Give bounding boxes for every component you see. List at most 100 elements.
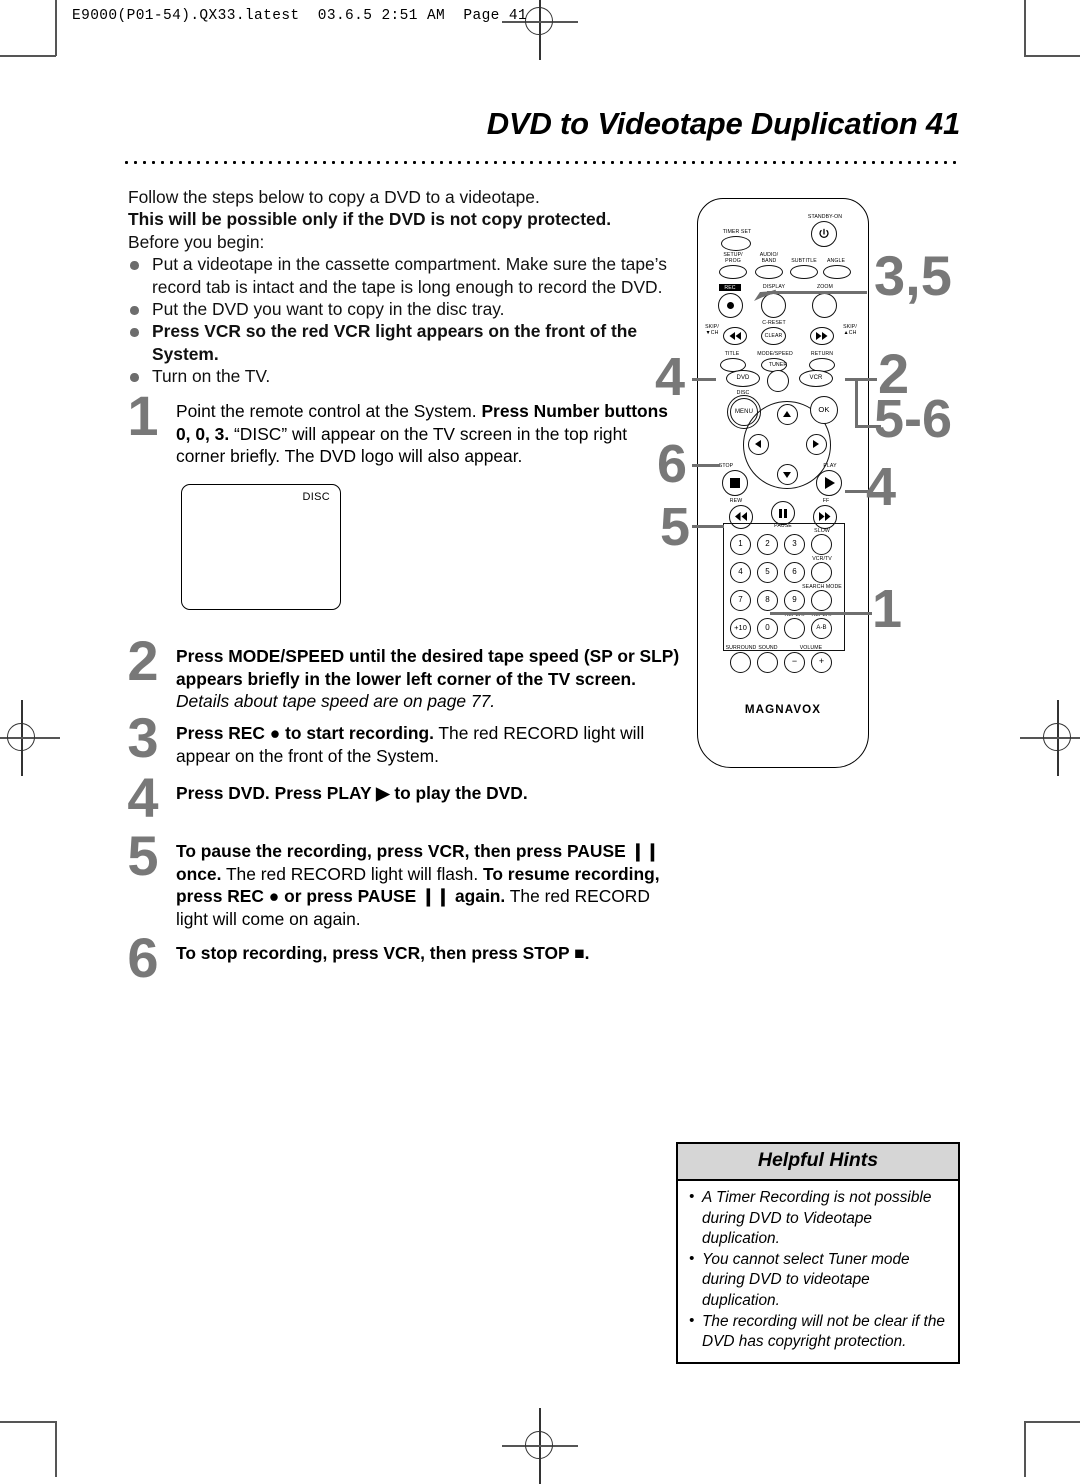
remote-control-illustration: TIMER SET STANDBY-ON SETUP/ PROG AUDIO/ …	[697, 198, 869, 768]
helpful-hints-list: A Timer Recording is not possible during…	[678, 1181, 958, 1362]
step-number: 3	[127, 706, 159, 769]
list-item: Put the DVD you want to copy in the disc…	[128, 298, 668, 320]
subtitle-label: SUBTITLE	[791, 258, 817, 264]
crop-mark-bottom-right-h	[1024, 1421, 1080, 1423]
pause-bar-right-icon	[784, 509, 787, 518]
leader-line-6-left	[692, 464, 720, 467]
step-text: Press MODE/SPEED until the desired tape …	[176, 646, 680, 712]
play-triangle-icon	[825, 477, 835, 489]
key-5-label: 5	[765, 567, 770, 576]
step-text: Point the remote control at the System. …	[176, 401, 668, 467]
title-dotted-rule	[122, 160, 960, 165]
key-7-label: 7	[738, 595, 743, 604]
record-dot-icon	[727, 302, 734, 309]
registration-mark-left	[0, 700, 60, 776]
zoom-button[interactable]	[812, 293, 837, 318]
key-6-label: 6	[792, 567, 797, 576]
pause-button[interactable]	[771, 501, 795, 525]
timer-set-label: TIMER SET	[722, 229, 752, 235]
step-number: 5	[127, 824, 159, 887]
setup-prog-label: SETUP/ PROG	[723, 252, 743, 264]
list-item-text: Put the DVD you want to copy in the disc…	[152, 299, 505, 320]
surround-button[interactable]	[730, 652, 751, 673]
skip-up-label: SKIP/ ▲CH	[843, 324, 857, 336]
helpful-hints-box: Helpful Hints A Timer Recording is not p…	[676, 1142, 960, 1364]
crop-mark-top-left-h	[0, 55, 56, 57]
ff-label: FF	[822, 498, 830, 504]
tv-screen-illustration: DISC	[181, 484, 341, 610]
brand-logo: MAGNAVOX	[744, 703, 822, 716]
page-title: DVD to Videotape Duplication 41	[486, 106, 960, 141]
step-number: 1	[127, 384, 159, 447]
disc-osd-label: DISC	[302, 491, 330, 503]
list-item: You cannot select Tuner mode during DVD …	[688, 1249, 948, 1312]
list-item-text: Press VCR so the red VCR light appears o…	[152, 321, 638, 364]
leader-line-3-5	[767, 291, 867, 295]
fast-forward-icon	[819, 512, 831, 521]
list-item-text: Put a videotape in the cassette compartm…	[152, 254, 667, 297]
rec-label: REC	[719, 284, 741, 291]
vcr-tv-button[interactable]	[811, 562, 832, 583]
timer-set-button[interactable]	[721, 236, 751, 251]
leader-arrow-rec	[754, 289, 776, 301]
callout-3-5: 3,5	[874, 244, 952, 307]
registration-mark-right	[1020, 700, 1080, 776]
step-6: 6 To stop recording, press VCR, then pre…	[120, 930, 680, 986]
sound-label: SOUND	[758, 645, 778, 651]
crop-mark-top-left-v	[55, 0, 57, 56]
volume-up-sign: +	[818, 656, 825, 666]
bullet-dot-icon	[130, 306, 139, 315]
chevron-down-icon	[783, 472, 791, 478]
step-1: 1 Point the remote control at the System…	[120, 388, 680, 468]
step-5: 5 To pause the recording, press VCR, the…	[120, 828, 680, 930]
sound-button[interactable]	[757, 652, 778, 673]
slow-button[interactable]	[811, 534, 832, 555]
search-mode-button[interactable]	[811, 590, 832, 611]
angle-button[interactable]	[823, 265, 851, 279]
step-number: 6	[127, 926, 159, 989]
audio-band-label: AUDIO/ BAND	[759, 252, 779, 264]
key-2-label: 2	[765, 539, 770, 548]
return-label: RETURN	[810, 351, 834, 357]
callout-4-right: 4	[866, 457, 897, 517]
key-8-label: 8	[765, 595, 770, 604]
list-item: The recording will not be clear if the D…	[688, 1311, 948, 1353]
rew-label: REW	[729, 498, 743, 504]
stop-square-icon	[730, 478, 740, 488]
setup-prog-button[interactable]	[719, 265, 747, 279]
clear-label: CLEAR	[764, 333, 783, 339]
crop-mark-bottom-left-v	[55, 1421, 57, 1477]
crop-mark-top-right-v	[1024, 0, 1026, 56]
subtitle-button[interactable]	[790, 265, 818, 279]
tuner-button[interactable]	[767, 370, 789, 392]
audio-band-button[interactable]	[755, 265, 783, 279]
crop-mark-top-right-h	[1024, 55, 1080, 57]
bullet-dot-icon	[130, 373, 139, 382]
repeat-button[interactable]	[784, 618, 805, 639]
callout-5-left: 5	[660, 497, 691, 557]
step-text: To stop recording, press VCR, then press…	[176, 943, 590, 963]
key-0-label: 0	[765, 623, 770, 632]
volume-label: VOLUME	[799, 645, 823, 651]
print-header-text: E9000(P01-54).QX33.latest 03.6.5 2:51 AM…	[72, 8, 528, 24]
key-1-label: 1	[738, 539, 743, 548]
callout-6-left: 6	[657, 434, 688, 494]
callout-1-right: 1	[872, 579, 903, 639]
standby-on-label: STANDBY-ON	[807, 214, 843, 220]
key-9-label: 9	[792, 595, 797, 604]
prerequisite-list: Put a videotape in the cassette compartm…	[128, 253, 668, 387]
crop-mark-bottom-left-h	[0, 1421, 56, 1423]
step-number: 2	[127, 629, 159, 692]
angle-label: ANGLE	[826, 258, 846, 264]
helpful-hints-heading: Helpful Hints	[678, 1144, 958, 1181]
chevron-right-icon	[813, 440, 819, 448]
vcr-label: VCR	[809, 375, 823, 381]
intro-line-3: Before you begin:	[128, 231, 265, 252]
callout-5-6: 5-6	[874, 389, 953, 449]
key-4-label: 4	[738, 567, 743, 576]
step-text: To pause the recording, press VCR, then …	[176, 841, 660, 929]
c-reset-label: C-RESET	[762, 320, 786, 326]
callout-4-left: 4	[655, 347, 686, 407]
leader-line-4-left	[692, 378, 716, 381]
pause-bar-left-icon	[779, 509, 782, 518]
